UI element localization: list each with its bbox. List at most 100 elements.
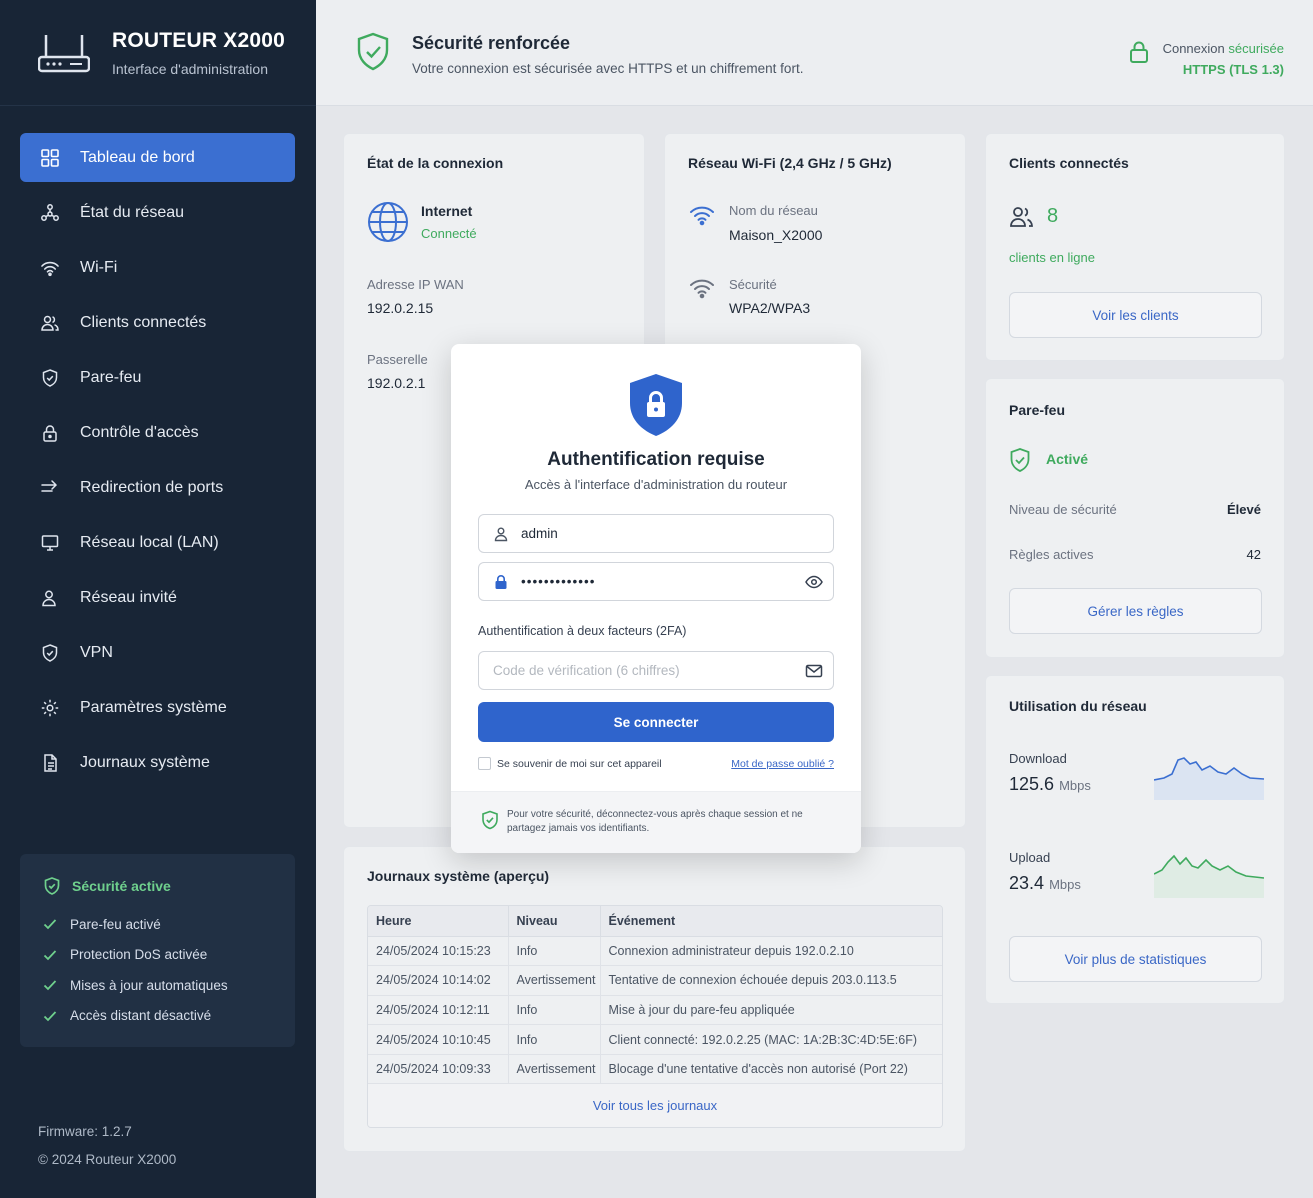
manage-rules-button[interactable]: Gérer les règles xyxy=(1009,588,1262,634)
logs-table: Heure Niveau Événement 24/05/2024 10:15:… xyxy=(367,905,943,1129)
sidebar-item-network-status[interactable]: État du réseau xyxy=(20,188,295,237)
modal-title: Authentification requise xyxy=(547,449,765,470)
verification-code-input[interactable] xyxy=(493,663,783,678)
security-banner: Sécurité renforcée Votre connexion est s… xyxy=(316,0,1313,106)
monitor-icon xyxy=(41,534,59,551)
log-time: 24/05/2024 10:15:23 xyxy=(368,936,509,967)
column-header: Heure xyxy=(368,906,509,937)
more-stats-button[interactable]: Voir plus de statistiques xyxy=(1009,936,1262,982)
sidebar-item-lan[interactable]: Réseau local (LAN) xyxy=(20,518,295,567)
table-header-row: Heure Niveau Événement xyxy=(368,906,942,937)
wan-ip-label: Adresse IP WAN xyxy=(367,277,464,292)
log-time: 24/05/2024 10:12:11 xyxy=(368,995,509,1026)
log-event: Mise à jour du pare-feu appliquée xyxy=(600,995,942,1026)
sidebar-item-label: Clients connectés xyxy=(80,313,207,331)
sidebar-item-label: État du réseau xyxy=(80,203,185,221)
sidebar-item-firewall[interactable]: Pare-feu xyxy=(20,353,295,402)
arrow-right-icon xyxy=(41,479,58,492)
security-item: Accès distant désactivé xyxy=(42,1001,273,1032)
clients-caption: clients en ligne xyxy=(1009,250,1095,265)
security-level-label: Niveau de sécurité xyxy=(1009,502,1117,517)
connection-prefix: Connexion xyxy=(1162,41,1225,56)
lock-icon xyxy=(43,424,57,442)
remember-me[interactable]: Se souvenir de moi sur cet appareil xyxy=(478,757,662,770)
system-logs-card: Journaux système (aperçu) Heure Niveau É… xyxy=(343,846,966,1152)
clients-count: 8 xyxy=(1047,205,1059,227)
sidebar-item-label: Réseau invité xyxy=(80,588,177,606)
sidebar-item-access-control[interactable]: Contrôle d'accès xyxy=(20,408,295,457)
vpn-shield-icon xyxy=(42,643,58,662)
sidebar-item-label: Redirection de ports xyxy=(80,478,224,496)
card-title: Clients connectés xyxy=(1009,155,1129,171)
sidebar-item-dashboard[interactable]: Tableau de bord xyxy=(20,133,295,182)
card-title: Utilisation du réseau xyxy=(1009,698,1147,714)
sidebar-item-port-forwarding[interactable]: Redirection de ports xyxy=(20,463,295,512)
sidebar-item-label: Journaux système xyxy=(80,753,210,771)
ssid-label: Nom du réseau xyxy=(729,203,818,218)
security-status-panel: Sécurité active Pare-feu activé Protecti… xyxy=(20,854,295,1047)
view-clients-button[interactable]: Voir les clients xyxy=(1009,292,1262,338)
column-header: Événement xyxy=(600,906,942,937)
modal-subtitle: Accès à l'interface d'administration du … xyxy=(524,477,788,492)
view-all-logs-link[interactable]: Voir tous les journaux xyxy=(368,1084,942,1128)
wifi-icon xyxy=(690,206,714,226)
sidebar-item-clients[interactable]: Clients connectés xyxy=(20,298,295,347)
username-field[interactable]: admin xyxy=(478,514,834,553)
security-item: Mises à jour automatiques xyxy=(42,970,273,1001)
network-usage-card: Utilisation du réseau Download 125.6 Mbp… xyxy=(985,675,1285,1004)
sidebar-nav: Tableau de bord État du réseau Wi-Fi Cli… xyxy=(20,133,295,793)
card-title: Pare-feu xyxy=(1009,402,1066,418)
table-row: 24/05/2024 10:09:33 Avertissement Blocag… xyxy=(368,1054,942,1085)
sidebar-item-vpn[interactable]: VPN xyxy=(20,628,295,677)
upload-label: Upload xyxy=(1009,850,1051,865)
document-icon xyxy=(44,753,57,772)
download-unit: Mbps xyxy=(1059,778,1091,793)
wifi-icon xyxy=(41,261,59,276)
sidebar-item-label: Tableau de bord xyxy=(80,148,195,166)
sidebar-item-label: Contrôle d'accès xyxy=(80,423,199,441)
card-title: État de la connexion xyxy=(367,155,504,171)
sidebar-item-system-logs[interactable]: Journaux système xyxy=(20,738,295,787)
check-icon xyxy=(43,950,57,961)
card-title: Réseau Wi-Fi (2,4 GHz / 5 GHz) xyxy=(688,155,892,171)
forgot-password-link[interactable]: Mot de passe oublié ? xyxy=(731,758,834,770)
download-value: 125.6 xyxy=(1009,774,1055,794)
username-value: admin xyxy=(521,526,558,541)
dashboard-icon xyxy=(41,148,59,167)
table-row: 24/05/2024 10:14:02 Avertissement Tentat… xyxy=(368,965,942,996)
twofa-label: Authentification à deux facteurs (2FA) xyxy=(478,624,687,638)
security-status-title: Sécurité active xyxy=(42,876,273,896)
connection-security-status: Connexion sécurisée HTTPS (TLS 1.3) xyxy=(1163,38,1284,80)
sidebar-footer: Firmware: 1.2.7 © 2024 Routeur X2000 xyxy=(38,1118,176,1174)
modal-footer: Pour votre sécurité, déconnectez-vous ap… xyxy=(451,791,861,853)
download-value-line: 125.6 Mbps xyxy=(1009,774,1091,795)
wifi-security-label: Sécurité xyxy=(729,277,777,292)
password-value: ••••••••••••• xyxy=(521,574,596,589)
banner-subtitle: Votre connexion est sécurisée avec HTTPS… xyxy=(412,61,804,76)
active-rules-label: Règles actives xyxy=(1009,547,1094,562)
log-level: Avertissement xyxy=(508,1054,601,1085)
clients-card: Clients connectés 8 clients en ligne Voi… xyxy=(985,133,1285,361)
upload-unit: Mbps xyxy=(1049,877,1081,892)
connection-status: sécurisée xyxy=(1228,41,1284,56)
log-time: 24/05/2024 10:14:02 xyxy=(368,965,509,996)
password-field[interactable]: ••••••••••••• xyxy=(478,562,834,601)
verification-code-field[interactable] xyxy=(478,651,834,690)
upload-sparkline xyxy=(1154,854,1264,898)
sidebar-item-wifi[interactable]: Wi-Fi xyxy=(20,243,295,292)
remember-me-checkbox[interactable] xyxy=(478,757,491,770)
firewall-status: Activé xyxy=(1046,451,1089,467)
eye-icon[interactable] xyxy=(805,574,823,590)
brand-title: ROUTEUR X2000 xyxy=(112,28,285,52)
brand: ROUTEUR X2000 Interface d'administration xyxy=(0,0,316,106)
log-event: Blocage d'une tentative d'accès non auto… xyxy=(600,1054,942,1085)
log-time: 24/05/2024 10:09:33 xyxy=(368,1054,509,1085)
router-logo-icon xyxy=(38,34,90,72)
shield-check-icon xyxy=(357,32,389,71)
sidebar-item-system-settings[interactable]: Paramètres système xyxy=(20,683,295,732)
sidebar-item-guest-network[interactable]: Réseau invité xyxy=(20,573,295,622)
column-header: Niveau xyxy=(508,906,601,937)
security-notice: Pour votre sécurité, déconnectez-vous ap… xyxy=(507,809,803,834)
download-label: Download xyxy=(1009,751,1067,766)
login-button[interactable]: Se connecter xyxy=(478,702,834,742)
